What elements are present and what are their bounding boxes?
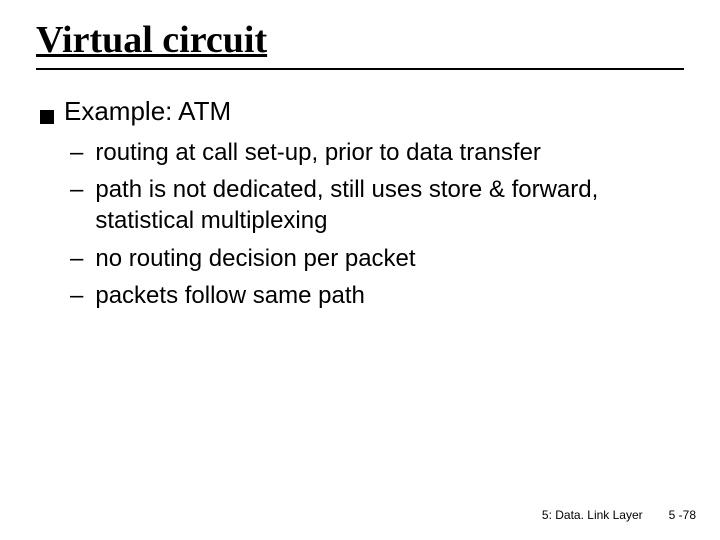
slide: Virtual circuit Example: ATM – routing a… [0,0,720,540]
list-item-text: path is not dedicated, still uses store … [95,174,684,236]
heading-item: Example: ATM [40,96,684,127]
dash-icon: – [70,137,83,168]
list-item-text: routing at call set-up, prior to data tr… [95,137,684,168]
list-item-text: packets follow same path [95,280,684,311]
list-item: – path is not dedicated, still uses stor… [70,174,684,236]
footer-section: 5: Data. Link Layer [542,508,643,522]
list-item: – no routing decision per packet [70,243,684,274]
heading-text: Example: ATM [64,96,231,127]
sub-bullet-list: – routing at call set-up, prior to data … [70,137,684,311]
square-bullet-icon [40,110,54,124]
slide-title: Virtual circuit [36,18,684,62]
dash-icon: – [70,174,83,236]
title-rule [36,68,684,70]
list-item-text: no routing decision per packet [95,243,684,274]
list-item: – packets follow same path [70,280,684,311]
list-item: – routing at call set-up, prior to data … [70,137,684,168]
slide-footer: 5: Data. Link Layer 5 -78 [542,508,696,522]
dash-icon: – [70,280,83,311]
dash-icon: – [70,243,83,274]
footer-page: 5 -78 [669,508,696,522]
